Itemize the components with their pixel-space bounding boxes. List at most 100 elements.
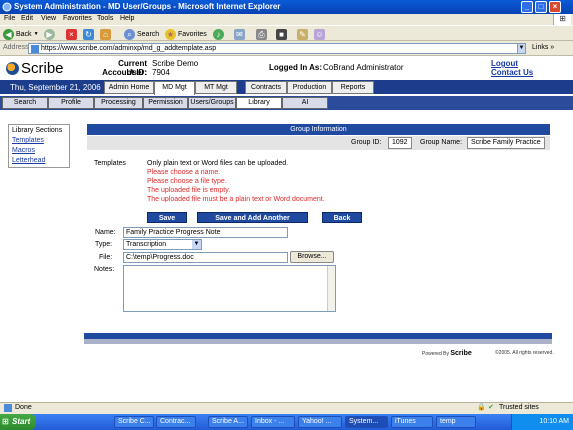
menu-help[interactable]: Help bbox=[120, 15, 134, 22]
footer-bar-grey bbox=[84, 339, 552, 344]
windows-logo-icon: ⊞ bbox=[553, 14, 571, 25]
print-button[interactable]: ⎙ bbox=[256, 28, 267, 40]
mail-button[interactable]: ✉ bbox=[234, 28, 245, 40]
copyright: ©2005. All rights reserved. bbox=[495, 350, 554, 356]
home-button[interactable]: ⌂ bbox=[100, 28, 111, 40]
taskbar-item[interactable]: Scribe A... bbox=[208, 416, 248, 428]
subtab-processing[interactable]: Processing bbox=[94, 97, 143, 109]
tab-contracts[interactable]: Contracts bbox=[245, 81, 287, 94]
media-button[interactable]: ♪ bbox=[213, 28, 224, 40]
minimize-button[interactable]: _ bbox=[521, 1, 533, 13]
address-input[interactable]: https://www.scribe.com/adminxp/md_g_addt… bbox=[28, 43, 526, 54]
start-button[interactable]: ⊞ Start bbox=[0, 414, 36, 430]
save-and-add-another-button[interactable]: Save and Add Another bbox=[197, 212, 308, 223]
taskbar-item[interactable]: Yahoo! ... bbox=[298, 416, 342, 428]
edit-button[interactable]: ■ bbox=[276, 28, 287, 40]
trusted-sites-icon: ✔ bbox=[488, 404, 494, 411]
type-select[interactable]: Transcription ▼ bbox=[123, 239, 202, 250]
maximize-button[interactable]: □ bbox=[535, 1, 547, 13]
group-info-header: Group Information bbox=[87, 124, 550, 135]
refresh-button[interactable]: ↻ bbox=[83, 28, 94, 40]
subtab-permission[interactable]: Permission bbox=[143, 97, 188, 109]
subtab-ai[interactable]: AI bbox=[282, 97, 328, 109]
tab-reports[interactable]: Reports bbox=[332, 81, 374, 94]
status-text: Done bbox=[15, 404, 32, 411]
error-message: Please choose a file type. bbox=[147, 178, 227, 185]
templates-label: Templates bbox=[94, 160, 126, 167]
menu-tools[interactable]: Tools bbox=[97, 15, 113, 22]
taskbar-item[interactable]: Inbox - ... bbox=[251, 416, 295, 428]
messenger-icon: ☺ bbox=[314, 28, 325, 40]
nav-macros-link[interactable]: Macros bbox=[12, 147, 35, 154]
address-dropdown-button[interactable]: ▼ bbox=[517, 43, 526, 54]
browser-toolbar: ◀ Back ▼ ▶ × ↻ ⌂ ⌕ Search ★ Favorites ♪ … bbox=[0, 25, 573, 41]
stop-icon: × bbox=[66, 28, 77, 40]
search-button[interactable]: ⌕ Search bbox=[124, 28, 159, 40]
scribe-logo: Scribe bbox=[6, 60, 64, 77]
discuss-button[interactable]: ✎ bbox=[297, 28, 308, 40]
current-date: Thu, September 21, 2006 bbox=[0, 80, 101, 94]
name-input[interactable]: Family Practice Progress Note bbox=[123, 227, 288, 238]
file-label: File: bbox=[99, 254, 113, 261]
library-sections-panel: Library Sections Templates Macros Letter… bbox=[8, 124, 70, 168]
page-icon bbox=[4, 404, 12, 412]
home-icon: ⌂ bbox=[100, 28, 111, 40]
menu-view[interactable]: View bbox=[41, 15, 56, 22]
logout-link[interactable]: Logout bbox=[491, 59, 518, 68]
name-label: Name: bbox=[95, 229, 116, 236]
taskbar-item[interactable]: temp bbox=[436, 416, 476, 428]
menu-favorites[interactable]: Favorites bbox=[63, 15, 92, 22]
subtab-profile[interactable]: Profile bbox=[48, 97, 94, 109]
save-button[interactable]: Save bbox=[147, 212, 187, 223]
browse-button[interactable]: Browse... bbox=[290, 251, 334, 263]
contact-us-link[interactable]: Contact Us bbox=[491, 68, 533, 77]
search-icon: ⌕ bbox=[124, 28, 135, 40]
notes-textarea[interactable] bbox=[123, 265, 336, 312]
group-id-label: Group ID: bbox=[351, 139, 382, 146]
mail-icon: ✉ bbox=[234, 28, 245, 40]
account-id-label: Account ID: bbox=[102, 68, 147, 77]
group-name-label: Group Name: bbox=[420, 139, 463, 146]
type-label: Type: bbox=[95, 241, 113, 248]
nav-letterhead-link[interactable]: Letterhead bbox=[12, 157, 45, 164]
taskbar-item[interactable]: Contrac... bbox=[156, 416, 196, 428]
forward-button[interactable]: ▶ bbox=[44, 28, 55, 40]
subtab-users-groups[interactable]: Users/Groups bbox=[188, 97, 236, 109]
windows-taskbar: ⊞ Start Scribe C... Contrac... Scribe A.… bbox=[0, 414, 573, 430]
tab-production[interactable]: Production bbox=[287, 81, 332, 94]
links-button[interactable]: Links » bbox=[532, 44, 554, 51]
logged-in-value: CoBrand Administrator bbox=[323, 63, 404, 72]
file-path-input[interactable]: C:\temp\Progress.doc bbox=[123, 252, 288, 263]
messenger-button[interactable]: ☺ bbox=[314, 28, 325, 40]
taskbar-item[interactable]: System... bbox=[345, 416, 388, 428]
back-button[interactable]: ◀ Back ▼ bbox=[3, 28, 39, 40]
back-button[interactable]: Back bbox=[322, 212, 362, 223]
scribe-logo-icon bbox=[6, 62, 19, 75]
taskbar-item[interactable]: iTunes bbox=[391, 416, 433, 428]
menu-file[interactable]: File bbox=[4, 15, 15, 22]
tab-md-mgt[interactable]: MD Mgt bbox=[154, 81, 195, 95]
logged-in-label: Logged In As: bbox=[269, 63, 323, 72]
close-button[interactable]: × bbox=[549, 1, 561, 13]
notes-scrollbar[interactable] bbox=[327, 266, 335, 311]
favorites-button[interactable]: ★ Favorites bbox=[165, 28, 207, 40]
subtab-library[interactable]: Library bbox=[236, 97, 282, 109]
nav-templates-link[interactable]: Templates bbox=[12, 137, 44, 144]
chevron-down-icon: ▼ bbox=[33, 31, 39, 37]
ie-icon bbox=[2, 2, 12, 12]
tab-mt-mgt[interactable]: MT Mgt bbox=[195, 81, 237, 94]
taskbar-item[interactable]: Scribe C... bbox=[114, 416, 154, 428]
address-label: Address bbox=[3, 44, 29, 51]
system-tray: 10:10 AM bbox=[511, 414, 573, 430]
zone-text: Trusted sites bbox=[499, 404, 539, 411]
error-message: Please choose a name. bbox=[147, 169, 221, 176]
stop-button[interactable]: × bbox=[66, 28, 77, 40]
menu-edit[interactable]: Edit bbox=[21, 15, 33, 22]
address-bar: Address https://www.scribe.com/adminxp/m… bbox=[0, 41, 573, 56]
browser-status-bar: Done 🔒 ✔ Trusted sites bbox=[0, 402, 573, 414]
group-name-value: Scribe Family Practice bbox=[467, 137, 545, 149]
tab-admin-home[interactable]: Admin Home bbox=[104, 81, 154, 94]
print-icon: ⎙ bbox=[256, 28, 267, 40]
subtab-search[interactable]: Search bbox=[2, 97, 48, 109]
lock-icon: 🔒 bbox=[477, 404, 486, 411]
